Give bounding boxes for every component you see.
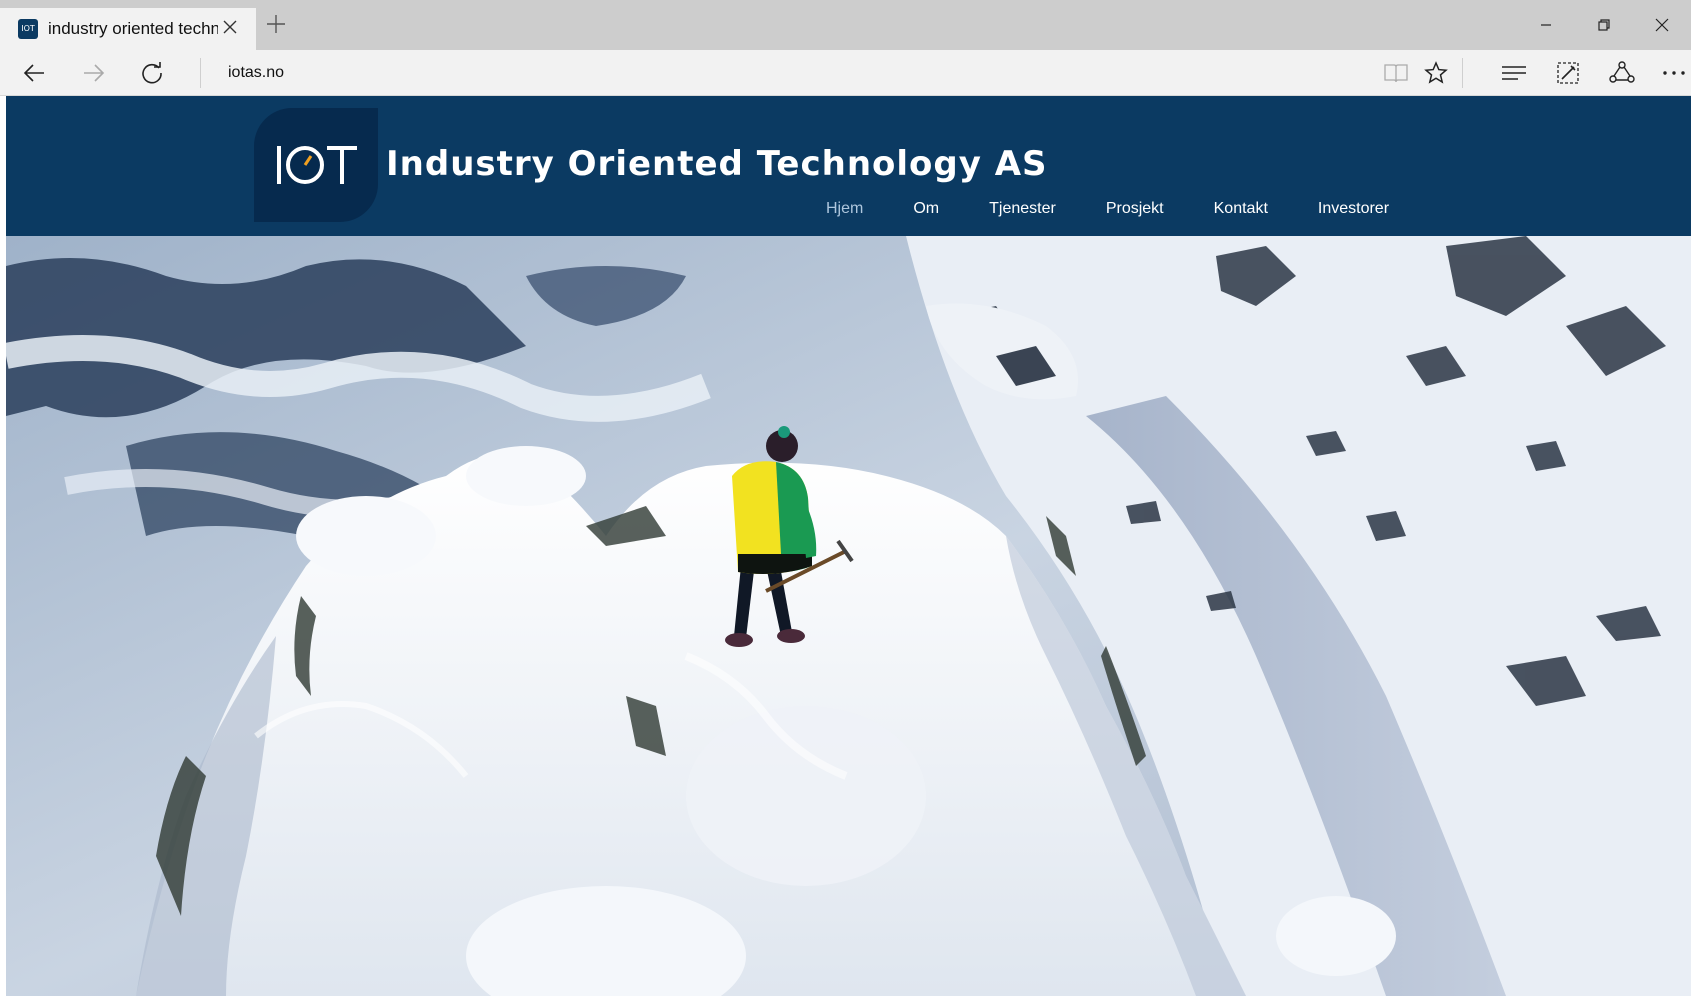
minimize-icon[interactable] bbox=[1517, 0, 1575, 50]
site-logo[interactable] bbox=[254, 108, 378, 222]
nav-item-kontakt[interactable]: Kontakt bbox=[1214, 200, 1268, 218]
nav-item-prosjekt[interactable]: Prosjekt bbox=[1106, 200, 1164, 218]
site-header: Industry Oriented Technology AS Hjem Om … bbox=[6, 96, 1691, 236]
browser-titlebar: IOT industry oriented techn bbox=[0, 0, 1691, 50]
browser-tab[interactable]: IOT industry oriented techn bbox=[0, 8, 256, 50]
site-title: Industry Oriented Technology AS bbox=[386, 144, 1048, 184]
address-separator bbox=[200, 58, 201, 88]
tab-close-icon[interactable] bbox=[218, 16, 242, 40]
hero-illustration bbox=[6, 236, 1691, 996]
restore-icon[interactable] bbox=[1575, 0, 1633, 50]
share-icon[interactable] bbox=[1604, 55, 1640, 91]
browser-navbar: iotas.no bbox=[0, 50, 1691, 96]
reading-view-icon[interactable] bbox=[1378, 55, 1414, 91]
forward-arrow-icon[interactable] bbox=[76, 55, 112, 91]
tab-title: industry oriented techn bbox=[48, 19, 218, 38]
favorite-star-icon[interactable] bbox=[1418, 55, 1454, 91]
site-nav: Hjem Om Tjenester Prosjekt Kontakt Inves… bbox=[826, 200, 1439, 218]
back-arrow-icon[interactable] bbox=[16, 55, 52, 91]
nav-item-investorer[interactable]: Investorer bbox=[1318, 200, 1389, 218]
refresh-icon[interactable] bbox=[134, 55, 170, 91]
toolbar-separator bbox=[1462, 58, 1463, 88]
window-close-icon[interactable] bbox=[1633, 0, 1691, 50]
new-tab-plus-icon[interactable] bbox=[262, 12, 290, 40]
logo-mark-icon bbox=[277, 146, 357, 184]
window-controls bbox=[1517, 0, 1691, 50]
address-url-input[interactable]: iotas.no bbox=[228, 58, 284, 88]
page-viewport: Industry Oriented Technology AS Hjem Om … bbox=[6, 96, 1691, 996]
more-icon[interactable] bbox=[1656, 55, 1691, 91]
nav-item-hjem[interactable]: Hjem bbox=[826, 200, 863, 218]
web-note-icon[interactable] bbox=[1550, 55, 1586, 91]
hub-icon[interactable] bbox=[1496, 55, 1532, 91]
tab-favicon: IOT bbox=[18, 19, 38, 39]
hero-image bbox=[6, 236, 1691, 996]
nav-item-om[interactable]: Om bbox=[913, 200, 939, 218]
nav-item-tjenester[interactable]: Tjenester bbox=[989, 200, 1056, 218]
